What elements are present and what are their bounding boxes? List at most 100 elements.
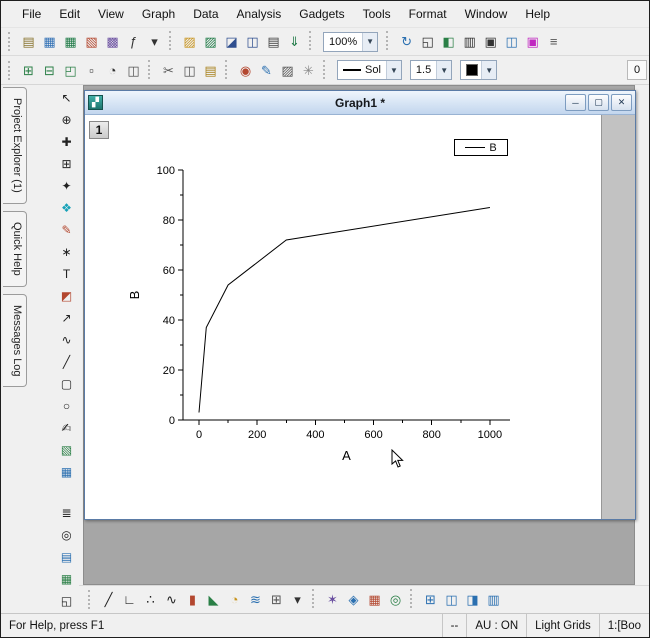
pointer-tool[interactable]: ↖	[56, 87, 77, 108]
apps-button[interactable]: ▤	[56, 546, 77, 567]
new-matrix-button[interactable]: ▩	[102, 31, 123, 52]
column-plot-button[interactable]: ▮	[182, 589, 203, 610]
save-project-button[interactable]: ◪	[221, 31, 242, 52]
freehand-tool[interactable]: ✍	[56, 417, 77, 438]
command-window-toggle[interactable]: ▣	[480, 31, 501, 52]
horizontal-step-button[interactable]: ∟	[119, 589, 140, 610]
tab-quick-help[interactable]: Quick Help	[3, 210, 27, 287]
pattern-button[interactable]: ▨	[277, 60, 298, 81]
date-time-stamp-button[interactable]: ◔	[102, 60, 123, 81]
template-library-button[interactable]: ▾	[287, 589, 308, 610]
data-reader-tool[interactable]: ∗	[56, 241, 77, 262]
3d-bars-button[interactable]: ▦	[364, 589, 385, 610]
new-excel-button[interactable]: ▦	[60, 31, 81, 52]
add-layer-button[interactable]: ⊞	[18, 60, 39, 81]
add-inset-layer-button[interactable]: ◰	[60, 60, 81, 81]
new-graph-button[interactable]: ▧	[81, 31, 102, 52]
menu-window[interactable]: Window	[456, 3, 517, 25]
extract-layers-button[interactable]: ◨	[462, 589, 483, 610]
add-xy-layer-button[interactable]: ⊞	[420, 589, 441, 610]
graph-window-right-gutter[interactable]	[601, 115, 635, 519]
new-legend-button[interactable]: ▫	[81, 60, 102, 81]
status-theme[interactable]: Light Grids	[526, 614, 599, 637]
close-button[interactable]: ✕	[611, 94, 632, 111]
new-more-button[interactable]: ▾	[144, 31, 165, 52]
status-placeholder[interactable]: --	[441, 614, 467, 637]
arrange-windows-button[interactable]: ◫	[501, 31, 522, 52]
cut-button[interactable]: ✂	[158, 60, 179, 81]
layer-arrange-button[interactable]: ▥	[483, 589, 504, 610]
layer-properties-button[interactable]: ◫	[123, 60, 144, 81]
circle-tool[interactable]: ○	[56, 395, 77, 416]
effects-button[interactable]: ✳	[298, 60, 319, 81]
toolbar-gripper[interactable]	[88, 590, 95, 609]
tab-messages-log[interactable]: Messages Log	[3, 293, 27, 388]
line-tool[interactable]: ╱	[56, 351, 77, 372]
graph-window-titlebar[interactable]: ▞ Graph1 * ─ ▢ ✕	[85, 91, 635, 115]
menu-graph[interactable]: Graph	[133, 3, 184, 25]
insert-worksheet-tool[interactable]: ▦	[56, 461, 77, 482]
line-color-combo[interactable]: ▼	[460, 60, 498, 80]
graph-plot[interactable]: 0 200 400 600 800 1000 0 20 40 60 80 100 A B	[85, 115, 601, 519]
project-explorer-toggle[interactable]: ◧	[438, 31, 459, 52]
chevron-down-icon[interactable]: ▼	[481, 61, 497, 79]
print-button[interactable]: ▤	[263, 31, 284, 52]
merge-graphs-button[interactable]: ◫	[441, 589, 462, 610]
arrow-tool[interactable]: ↗	[56, 307, 77, 328]
theme-gallery-button[interactable]: ▣	[522, 31, 543, 52]
area-plot-button[interactable]: ◣	[203, 589, 224, 610]
open-button[interactable]: ▨	[179, 31, 200, 52]
object-edit-tool[interactable]: ◩	[56, 285, 77, 306]
new-function-graph-button[interactable]: ƒ	[123, 31, 144, 52]
new-workbook-button[interactable]: ▦	[39, 31, 60, 52]
status-active-window[interactable]: 1:[Boo	[598, 614, 649, 637]
save-window-button[interactable]: ◫	[242, 31, 263, 52]
scale-in-tool[interactable]: ⊞	[56, 153, 77, 174]
3d-surface-button[interactable]: ◈	[343, 589, 364, 610]
graph-page[interactable]: 1 B 0 200 400 600 800 1000 0 20 40 60 80 100 A B	[85, 115, 601, 519]
open-excel-button[interactable]: ▨	[200, 31, 221, 52]
menu-help[interactable]: Help	[516, 3, 559, 25]
chevron-down-icon[interactable]: ▼	[436, 61, 452, 79]
line-style-combo[interactable]: Sol ▼	[337, 60, 402, 80]
maximize-button[interactable]: ▢	[588, 94, 609, 111]
offset-value-box[interactable]: 0	[627, 60, 647, 80]
contour-button[interactable]: ◎	[385, 589, 406, 610]
text-tool[interactable]: T	[56, 263, 77, 284]
layer-display-button[interactable]: ◎	[56, 524, 77, 545]
add-object-button[interactable]: ▦	[56, 568, 77, 589]
add-right-y-layer-button[interactable]: ⊟	[39, 60, 60, 81]
menu-file[interactable]: File	[13, 3, 50, 25]
menu-edit[interactable]: Edit	[50, 3, 89, 25]
chevron-down-icon[interactable]: ▼	[362, 32, 378, 51]
new-project-button[interactable]: ▤	[18, 31, 39, 52]
toolbar-gripper[interactable]	[8, 60, 15, 80]
minimize-button[interactable]: ─	[565, 94, 586, 111]
chevron-down-icon[interactable]: ▼	[385, 61, 401, 79]
fit-page-button[interactable]: ◱	[56, 590, 77, 611]
menu-analysis[interactable]: Analysis	[228, 3, 291, 25]
line-width-combo[interactable]: 1.5 ▼	[409, 60, 453, 80]
zoom-pan-tool[interactable]: ✚	[56, 131, 77, 152]
regional-mask-tool[interactable]: ❖	[56, 197, 77, 218]
insert-graph-tool[interactable]: ▧	[56, 439, 77, 460]
scatter-plot-button[interactable]: ∴	[140, 589, 161, 610]
rectangle-tool[interactable]: ▢	[56, 373, 77, 394]
full-screen-button[interactable]: ◱	[417, 31, 438, 52]
menu-view[interactable]: View	[89, 3, 133, 25]
status-autoupdate[interactable]: AU : ON	[466, 614, 526, 637]
toolbar-options-button[interactable]: ≡	[543, 31, 564, 52]
toolbar-gripper[interactable]	[8, 32, 15, 51]
menu-data[interactable]: Data	[184, 3, 227, 25]
fill-color-button[interactable]: ◉	[235, 60, 256, 81]
multi-panel-button[interactable]: ⊞	[266, 589, 287, 610]
stacked-plot-button[interactable]: ≋	[245, 589, 266, 610]
menu-tools[interactable]: Tools	[354, 3, 400, 25]
pie-chart-button[interactable]: ◔	[224, 589, 245, 610]
line-color-button[interactable]: ✎	[256, 60, 277, 81]
selection-tool[interactable]: ✦	[56, 175, 77, 196]
graph-window[interactable]: ▞ Graph1 * ─ ▢ ✕ 1 B 0 200 400 600 800 1000 0 20 4…	[84, 90, 636, 520]
draw-data-tool[interactable]: ✎	[56, 219, 77, 240]
line-plot-button[interactable]: ╱	[98, 589, 119, 610]
curved-arrow-tool[interactable]: ∿	[56, 329, 77, 350]
